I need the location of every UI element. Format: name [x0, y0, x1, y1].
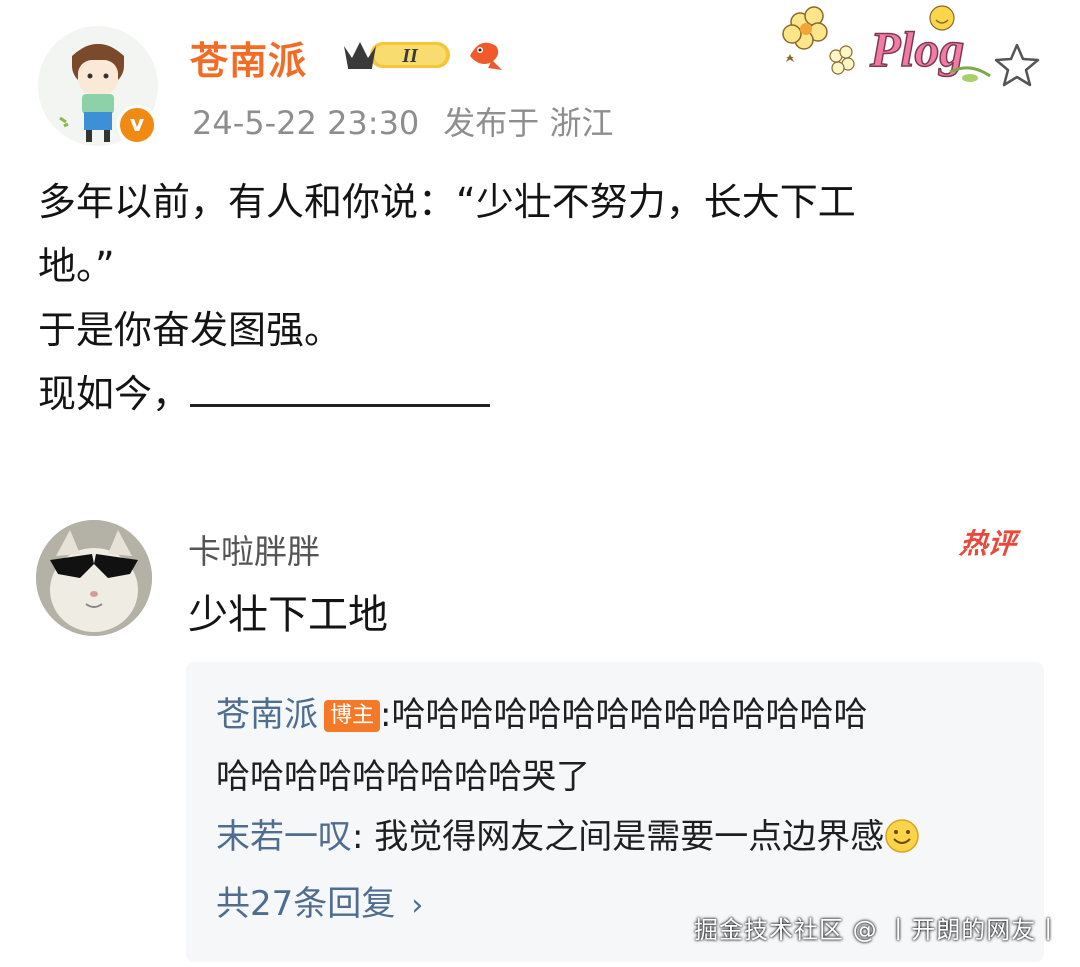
post-line-last: 现如今，: [38, 362, 1038, 426]
host-tag: 博主: [324, 700, 381, 732]
reply-item[interactable]: 苍南派 博主:哈哈哈哈哈哈哈哈哈哈哈哈哈哈哈哈哈哈哈哈哈哈哈哭了: [216, 684, 1016, 808]
reply-text: 我觉得网友之间是需要一点边界感: [374, 817, 885, 857]
reply-text: 哈哈哈哈哈哈哈哈哈哈哈哈哈哈: [391, 695, 868, 735]
author-name[interactable]: 苍南派: [190, 30, 307, 85]
commenter-avatar[interactable]: [36, 520, 152, 636]
smile-emoji-icon: [885, 819, 920, 853]
chevron-right-icon: ›: [411, 888, 424, 923]
reply-author[interactable]: 苍南派: [216, 695, 318, 735]
post-line: 现如今，: [38, 372, 191, 416]
post-line: 多年以前，有人和你说：“少壮不努力，长大下工: [38, 180, 856, 224]
more-replies-link[interactable]: 共27条回复 ›: [216, 876, 423, 925]
post-meta: 24-5-22 23:30 发布于 浙江: [192, 98, 613, 144]
hot-comment-badge: 热评: [958, 527, 1018, 560]
plog-sticker-icon: Plog: [782, 5, 991, 82]
fish-icon: [470, 42, 502, 70]
commenter-name[interactable]: 卡啦胖胖: [188, 525, 320, 573]
verified-badge-icon: v: [117, 105, 157, 145]
post-body: 多年以前，有人和你说：“少壮不努力，长大下工 地。” 于是你奋发图强。 现如今，: [38, 170, 1038, 426]
plog-text: Plog: [869, 21, 964, 77]
more-replies-label: 共27条回复: [216, 884, 396, 924]
post-line: 于是你奋发图强。: [38, 308, 343, 352]
fill-in-blank: [190, 374, 491, 407]
post-line: 地。”: [38, 244, 115, 288]
post-location: 发布于 浙江: [443, 104, 614, 142]
reply-item[interactable]: 末若一叹: 我觉得网友之间是需要一点边界感: [216, 806, 1016, 868]
star-icon[interactable]: [992, 40, 1042, 90]
reply-separator: :: [352, 817, 364, 857]
crown-level-badge-icon: II: [344, 42, 450, 69]
post-timestamp: 24-5-22 23:30: [192, 104, 420, 142]
watermark: 掘金技术社区 @ 丨开朗的网友丨: [694, 916, 1062, 944]
comment-text: 少壮下工地: [188, 592, 388, 638]
level-badge-text: II: [401, 45, 419, 67]
reply-author[interactable]: 末若一叹: [216, 817, 352, 857]
reply-text: 哈哈哈哈哈哈哈哈哈哭了: [216, 757, 590, 797]
reply-separator: :: [380, 695, 392, 735]
